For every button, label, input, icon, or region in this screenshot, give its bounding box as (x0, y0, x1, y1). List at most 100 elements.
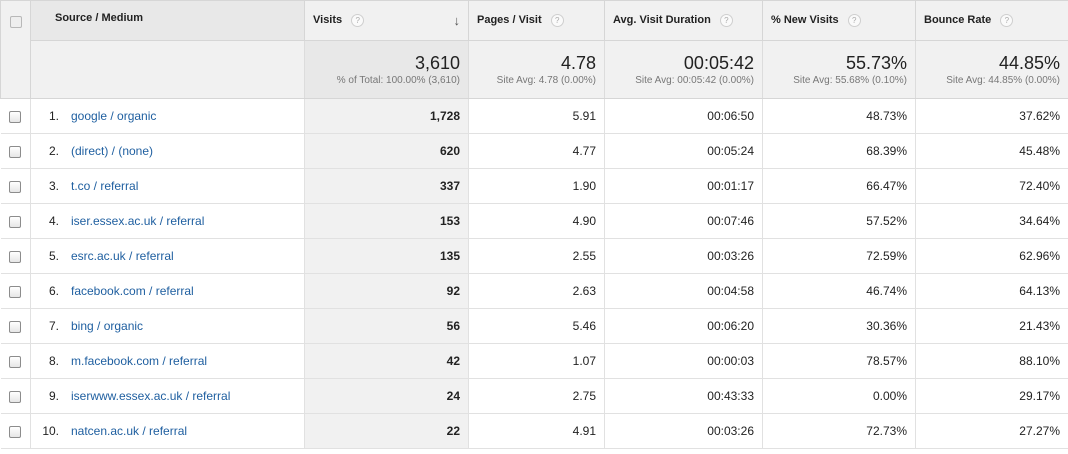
source-medium-link[interactable]: iser.essex.ac.uk / referral (71, 214, 204, 228)
pages-per-visit-cell: 2.63 (468, 273, 605, 309)
row-checkbox-cell[interactable] (0, 273, 31, 309)
table-row: 8. m.facebook.com / referral 42 1.07 00:0… (0, 343, 1068, 379)
source-medium-link[interactable]: t.co / referral (71, 179, 138, 193)
column-header-new-visits[interactable]: % New Visits ? (762, 0, 916, 41)
avg-visit-duration-cell: 00:06:50 (604, 98, 763, 134)
visits-cell: 92 (304, 273, 469, 309)
report-table: Source / Medium Visits ? ↓ Pages / Visit… (0, 0, 1068, 449)
table-row: 1. google / organic 1,728 5.91 00:06:50 4… (0, 98, 1068, 134)
source-medium-cell: 6. facebook.com / referral (30, 273, 305, 309)
column-header-avg-visit-duration[interactable]: Avg. Visit Duration ? (604, 0, 763, 41)
row-checkbox[interactable] (9, 110, 22, 123)
pages-per-visit-cell: 4.90 (468, 203, 605, 239)
help-icon[interactable]: ? (550, 14, 564, 27)
source-medium-link[interactable]: esrc.ac.uk / referral (71, 249, 174, 263)
bounce-rate-cell: 62.96% (915, 238, 1068, 274)
row-checkbox-cell[interactable] (0, 378, 31, 414)
source-medium-link[interactable]: google / organic (71, 109, 156, 123)
column-header-pages-per-visit[interactable]: Pages / Visit ? (468, 0, 605, 41)
avg-visit-duration-cell: 00:06:20 (604, 308, 763, 344)
avg-visit-duration-cell: 00:43:33 (604, 378, 763, 414)
source-medium-link[interactable]: bing / organic (71, 319, 143, 333)
row-index: 1. (48, 109, 59, 123)
table-row: 3. t.co / referral 337 1.90 00:01:17 66.4… (0, 168, 1068, 204)
totals-new-visits: 55.73% Site Avg: 55.68% (0.10%) (762, 40, 916, 99)
totals-visits-sub: % of Total: 100.00% (3,610) (336, 75, 460, 86)
visits-cell: 24 (304, 378, 469, 414)
totals-pages-sub: Site Avg: 4.78 (0.00%) (496, 75, 596, 86)
avg-visit-duration-cell: 00:05:24 (604, 133, 763, 169)
help-icon[interactable]: ? (719, 14, 733, 27)
totals-visits: 3,610 % of Total: 100.00% (3,610) (304, 40, 469, 99)
column-label-source-medium: Source / Medium (55, 11, 144, 24)
bounce-rate-cell: 64.13% (915, 273, 1068, 309)
new-visits-cell: 46.74% (762, 273, 916, 309)
source-medium-cell: 9. iserwww.essex.ac.uk / referral (30, 378, 305, 414)
row-checkbox[interactable] (9, 285, 22, 298)
row-checkbox[interactable] (9, 355, 22, 368)
source-medium-link[interactable]: facebook.com / referral (71, 284, 194, 298)
row-checkbox-cell[interactable] (0, 413, 31, 449)
column-label-visits: Visits (313, 14, 343, 27)
visits-cell: 56 (304, 308, 469, 344)
column-header-source-medium[interactable]: Source / Medium (30, 0, 305, 41)
source-medium-cell: 5. esrc.ac.uk / referral (30, 238, 305, 274)
totals-bounce-sub: Site Avg: 44.85% (0.00%) (946, 75, 1060, 86)
row-checkbox[interactable] (9, 390, 22, 403)
help-icon[interactable]: ? (351, 14, 365, 27)
row-checkbox[interactable] (9, 250, 22, 263)
visits-cell: 135 (304, 238, 469, 274)
new-visits-cell: 68.39% (762, 133, 916, 169)
help-icon[interactable]: ? (1000, 14, 1014, 27)
new-visits-cell: 72.59% (762, 238, 916, 274)
table-row: 9. iserwww.essex.ac.uk / referral 24 2.75… (0, 378, 1068, 414)
row-checkbox[interactable] (9, 425, 22, 438)
row-index: 10. (42, 424, 59, 438)
row-checkbox-cell[interactable] (0, 168, 31, 204)
visits-cell: 1,728 (304, 98, 469, 134)
row-checkbox-cell[interactable] (0, 308, 31, 344)
bounce-rate-cell: 72.40% (915, 168, 1068, 204)
row-checkbox-cell[interactable] (0, 238, 31, 274)
row-checkbox-cell[interactable] (0, 343, 31, 379)
new-visits-cell: 72.73% (762, 413, 916, 449)
new-visits-cell: 0.00% (762, 378, 916, 414)
new-visits-cell: 48.73% (762, 98, 916, 134)
totals-new-visits-value: 55.73% (845, 53, 907, 73)
totals-bounce-rate: 44.85% Site Avg: 44.85% (0.00%) (915, 40, 1068, 99)
new-visits-cell: 57.52% (762, 203, 916, 239)
totals-avg-visit-duration: 00:05:42 Site Avg: 00:05:42 (0.00%) (604, 40, 763, 99)
totals-pages-value: 4.78 (560, 53, 596, 73)
row-checkbox[interactable] (9, 145, 22, 158)
column-label-new-visits: % New Visits (771, 14, 839, 27)
row-index: 3. (48, 179, 59, 193)
source-medium-link[interactable]: m.facebook.com / referral (71, 354, 207, 368)
select-all-checkbox[interactable] (9, 15, 22, 28)
avg-visit-duration-cell: 00:03:26 (604, 238, 763, 274)
column-header-bounce-rate[interactable]: Bounce Rate ? (915, 0, 1068, 41)
row-checkbox-cell[interactable] (0, 133, 31, 169)
row-checkbox[interactable] (9, 320, 22, 333)
bounce-rate-cell: 21.43% (915, 308, 1068, 344)
row-checkbox-cell[interactable] (0, 98, 31, 134)
row-checkbox[interactable] (9, 180, 22, 193)
pages-per-visit-cell: 2.75 (468, 378, 605, 414)
row-index: 5. (48, 249, 59, 263)
row-index: 4. (48, 214, 59, 228)
sort-descending-icon[interactable]: ↓ (454, 13, 461, 28)
source-medium-link[interactable]: (direct) / (none) (71, 144, 153, 158)
table-body: 1. google / organic 1,728 5.91 00:06:50 4… (0, 98, 1068, 449)
row-checkbox-cell[interactable] (0, 203, 31, 239)
table-row: 7. bing / organic 56 5.46 00:06:20 30.36%… (0, 308, 1068, 344)
table-row: 10. natcen.ac.uk / referral 22 4.91 00:03… (0, 413, 1068, 449)
select-all-checkbox-cell[interactable] (0, 0, 31, 99)
avg-visit-duration-cell: 00:04:58 (604, 273, 763, 309)
column-header-visits[interactable]: Visits ? ↓ (304, 0, 469, 41)
source-medium-link[interactable]: natcen.ac.uk / referral (71, 424, 187, 438)
row-checkbox[interactable] (9, 215, 22, 228)
help-icon[interactable]: ? (847, 14, 861, 27)
table-row: 2. (direct) / (none) 620 4.77 00:05:24 68… (0, 133, 1068, 169)
visits-cell: 42 (304, 343, 469, 379)
new-visits-cell: 66.47% (762, 168, 916, 204)
source-medium-link[interactable]: iserwww.essex.ac.uk / referral (71, 389, 230, 403)
